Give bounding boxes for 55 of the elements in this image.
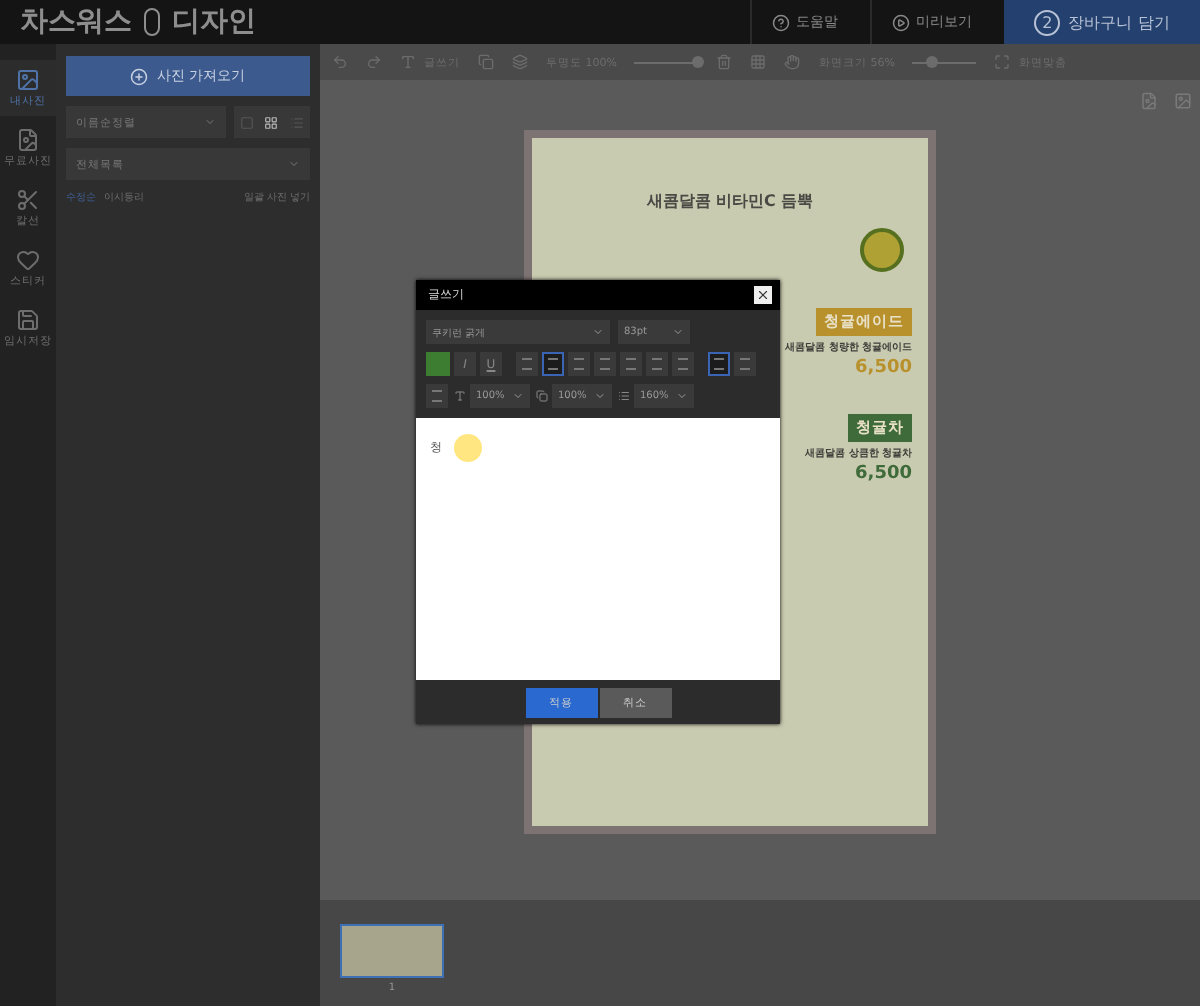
save-icon bbox=[16, 308, 40, 332]
text-height-icon bbox=[454, 390, 466, 402]
direction-button[interactable] bbox=[734, 352, 756, 376]
menu-price: 6,500 bbox=[855, 464, 912, 484]
align-button[interactable] bbox=[620, 352, 642, 376]
copy-icon[interactable] bbox=[478, 54, 494, 70]
hand-icon[interactable] bbox=[784, 54, 801, 70]
layers-icon[interactable] bbox=[512, 54, 528, 70]
caret-icon bbox=[594, 390, 606, 402]
cart-button[interactable]: 2 장바구니 담기 bbox=[1004, 0, 1200, 44]
letter-spacing-icon bbox=[536, 390, 548, 402]
undo-icon[interactable] bbox=[332, 54, 348, 70]
page-icon[interactable] bbox=[1140, 92, 1158, 110]
photo-file-icon bbox=[16, 128, 40, 152]
align-button[interactable] bbox=[594, 352, 616, 376]
slider-thumb[interactable] bbox=[692, 56, 705, 68]
logo-icon bbox=[144, 8, 160, 36]
grid-icon[interactable] bbox=[750, 54, 767, 70]
trash-icon[interactable] bbox=[716, 54, 733, 70]
align-button[interactable] bbox=[542, 352, 564, 376]
photo-icon bbox=[16, 68, 40, 92]
close-icon bbox=[756, 288, 770, 302]
caret-icon bbox=[672, 326, 684, 338]
close-button[interactable] bbox=[754, 286, 772, 304]
caret-icon bbox=[512, 390, 524, 402]
plus-icon bbox=[130, 67, 149, 85]
caret-icon bbox=[288, 158, 300, 170]
scissors-icon bbox=[16, 188, 40, 212]
slider-thumb[interactable] bbox=[926, 56, 939, 68]
direction-button[interactable] bbox=[708, 352, 730, 376]
redo-icon[interactable] bbox=[366, 54, 382, 70]
baseline-button[interactable] bbox=[426, 384, 448, 408]
citrus-drawing bbox=[860, 228, 904, 272]
brand-name: 디자인 bbox=[172, 4, 256, 40]
view-mode-icon[interactable] bbox=[264, 115, 279, 129]
caret-icon bbox=[592, 326, 604, 338]
cursor-highlight-icon bbox=[454, 434, 482, 462]
line-spacing-icon bbox=[618, 390, 630, 402]
help-icon bbox=[772, 13, 790, 31]
heart-icon bbox=[16, 248, 40, 272]
caret-icon bbox=[204, 116, 216, 128]
fit-icon[interactable] bbox=[994, 54, 1011, 70]
caret-icon bbox=[676, 390, 688, 402]
align-button[interactable] bbox=[568, 352, 590, 376]
image-icon[interactable] bbox=[1174, 92, 1192, 110]
color-swatch[interactable] bbox=[426, 352, 450, 376]
text-icon[interactable] bbox=[400, 54, 416, 70]
align-button[interactable] bbox=[672, 352, 694, 376]
play-icon bbox=[892, 13, 910, 31]
brand-name: 차스워스 bbox=[20, 4, 132, 40]
align-button[interactable] bbox=[646, 352, 668, 376]
menu-price: 6,500 bbox=[855, 358, 912, 378]
poster-headline: 새콤달콤 비타민C 듬뿍 bbox=[646, 190, 814, 212]
page-thumbnail[interactable] bbox=[340, 924, 444, 978]
align-button[interactable] bbox=[516, 352, 538, 376]
